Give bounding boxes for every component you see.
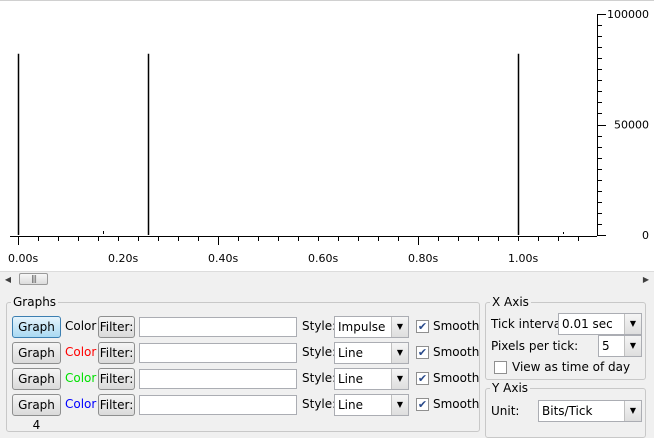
x-tick-label: 0.80s: [408, 252, 438, 265]
smooth-label: Smooth: [433, 371, 480, 385]
x-tick-label: 0.20s: [108, 252, 138, 265]
graphs-group: Graphs Graph 1ColorFilter:Style:Impulse▼…: [6, 295, 480, 432]
filter-input[interactable]: [139, 317, 297, 337]
view-time-label: View as time of day: [512, 360, 631, 374]
x-axis-legend: X Axis: [490, 295, 531, 309]
chevron-down-icon[interactable]: ▼: [391, 317, 408, 337]
y-tick-label: 100000: [607, 8, 649, 21]
chevron-down-icon[interactable]: ▼: [391, 343, 408, 363]
horizontal-scrollbar[interactable]: ◀ ||| ▶: [0, 271, 654, 287]
style-select[interactable]: Line ▼: [334, 394, 409, 416]
scroll-thumb[interactable]: |||: [19, 273, 48, 285]
graph-3-button[interactable]: Graph 3: [12, 368, 61, 406]
style-value: Line: [338, 346, 364, 360]
filter-input[interactable]: [139, 395, 297, 415]
smooth-label: Smooth: [433, 345, 480, 359]
x-tick-label: 0.00s: [8, 252, 38, 265]
style-label: Style:: [302, 319, 337, 333]
unit-label: Unit:: [491, 404, 520, 418]
filter-input[interactable]: [139, 343, 297, 363]
tick-interval-label: Tick interval:: [491, 317, 569, 331]
chevron-down-icon[interactable]: ▼: [624, 336, 641, 356]
style-label: Style:: [302, 397, 337, 411]
chevron-down-icon[interactable]: ▼: [624, 314, 641, 334]
pixels-per-tick-label: Pixels per tick:: [491, 339, 579, 353]
graph-4-button[interactable]: Graph 4: [12, 394, 61, 432]
graph-1-button[interactable]: Graph 1: [12, 316, 61, 354]
style-label: Style:: [302, 371, 337, 385]
color-label[interactable]: Color: [65, 345, 96, 359]
y-tick-label: 0: [642, 229, 649, 242]
style-value: Line: [338, 398, 364, 412]
color-label[interactable]: Color: [65, 371, 96, 385]
chevron-down-icon[interactable]: ▼: [391, 395, 408, 415]
pixels-per-tick-select[interactable]: 5 ▼: [598, 335, 642, 357]
filter-button[interactable]: Filter:: [98, 342, 135, 364]
view-time-checkbox[interactable]: [494, 361, 507, 374]
style-value: Line: [338, 372, 364, 386]
x-tick-label: 1.00s: [508, 252, 538, 265]
x-tick-label: 0.60s: [308, 252, 338, 265]
smooth-checkbox[interactable]: ✔: [416, 398, 429, 411]
tick-interval-select[interactable]: 0.01 sec ▼: [558, 313, 642, 335]
smooth-checkbox[interactable]: ✔: [416, 320, 429, 333]
io-graph-plot: 0.00s 0.20s 0.40s 0.60s 0.80s 1.00s 100000 5000…: [0, 0, 654, 271]
x-axis-group: X Axis Tick interval: 0.01 sec ▼ Pixels …: [485, 295, 646, 380]
style-label: Style:: [302, 345, 337, 359]
tick-interval-value: 0.01 sec: [562, 317, 613, 331]
smooth-label: Smooth: [433, 397, 480, 411]
y-tick-label: 50000: [614, 119, 649, 132]
graph-2-button[interactable]: Graph 2: [12, 342, 61, 380]
y-axis-legend: Y Axis: [490, 381, 531, 395]
plot-canvas: 0.00s 0.20s 0.40s 0.60s 0.80s 1.00s 100000 5000…: [0, 0, 654, 265]
pixels-per-tick-value: 5: [602, 339, 610, 353]
color-label[interactable]: Color: [65, 397, 96, 411]
unit-value: Bits/Tick: [542, 404, 593, 418]
graphs-legend: Graphs: [11, 295, 59, 309]
chevron-down-icon[interactable]: ▼: [391, 369, 408, 389]
filter-button[interactable]: Filter:: [98, 368, 135, 390]
y-axis-group: Y Axis Unit: Bits/Tick ▼: [485, 381, 646, 438]
scroll-right-arrow-icon[interactable]: ▶: [638, 272, 654, 287]
chevron-down-icon[interactable]: ▼: [624, 401, 641, 421]
x-tick-label: 0.40s: [208, 252, 238, 265]
scroll-left-arrow-icon[interactable]: ◀: [0, 272, 16, 287]
filter-button[interactable]: Filter:: [98, 394, 135, 416]
style-select[interactable]: Line ▼: [334, 342, 409, 364]
color-label[interactable]: Color: [65, 319, 96, 333]
smooth-checkbox[interactable]: ✔: [416, 346, 429, 359]
style-value: Impulse: [338, 320, 386, 334]
filter-input[interactable]: [139, 369, 297, 389]
style-select[interactable]: Impulse ▼: [334, 316, 409, 338]
filter-button[interactable]: Filter:: [98, 316, 135, 338]
unit-select[interactable]: Bits/Tick ▼: [538, 400, 642, 422]
style-select[interactable]: Line ▼: [334, 368, 409, 390]
smooth-label: Smooth: [433, 319, 480, 333]
smooth-checkbox[interactable]: ✔: [416, 372, 429, 385]
